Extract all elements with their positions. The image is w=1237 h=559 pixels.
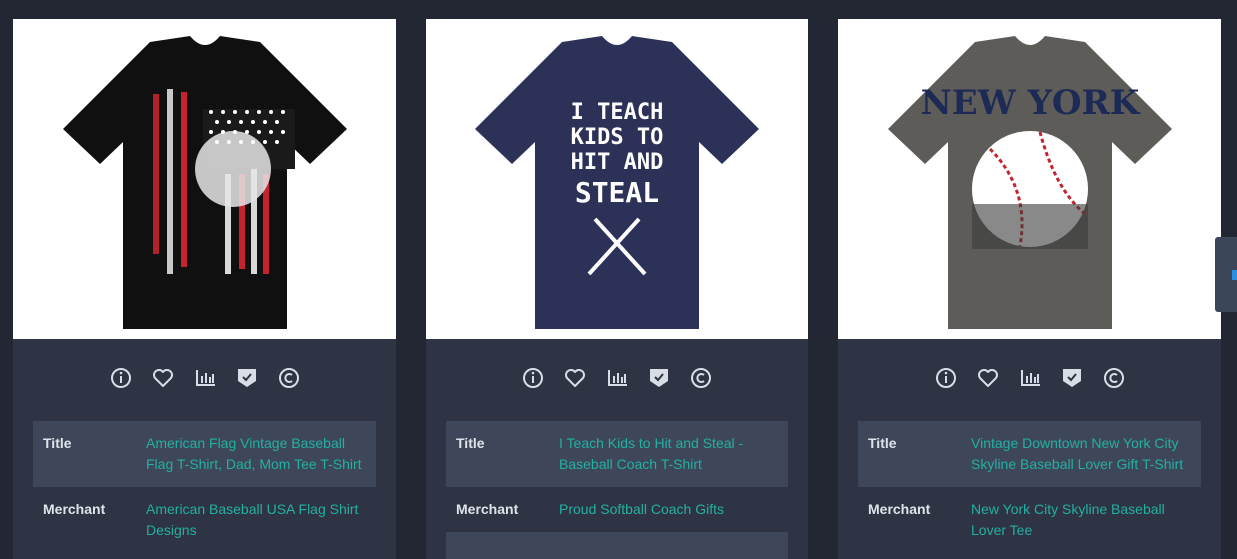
toggle-marker-icon [1232, 270, 1237, 280]
shirt-print-text: I TEACH KIDS TO HIT AND STEAL [571, 100, 664, 209]
product-card: Title American Flag Vintage Baseball Fla… [13, 19, 396, 559]
merchant-link[interactable]: American Baseball USA Flag Shirt Designs [146, 499, 366, 541]
table-row: Title Vintage Downtown New York City Sky… [858, 421, 1201, 487]
tshirt-navy-coach-image: I TEACH KIDS TO HIT AND STEAL [475, 36, 759, 329]
merchant-link[interactable]: New York City Skyline Baseball Lover Tee [971, 499, 1191, 541]
info-icon[interactable] [519, 364, 547, 392]
product-title-link[interactable]: American Flag Vintage Baseball Flag T-Sh… [146, 433, 366, 475]
merchant-label: Merchant [43, 501, 106, 517]
info-icon[interactable] [107, 364, 135, 392]
side-panel-toggle[interactable] [1215, 237, 1237, 312]
info-icon[interactable] [932, 364, 960, 392]
svg-text:I TEACH: I TEACH [571, 100, 664, 125]
shield-check-icon[interactable] [1058, 364, 1086, 392]
heart-icon[interactable] [561, 364, 589, 392]
product-image[interactable]: I TEACH KIDS TO HIT AND STEAL [426, 19, 808, 339]
copyright-icon[interactable] [687, 364, 715, 392]
product-details-table: Title Vintage Downtown New York City Sky… [858, 421, 1201, 553]
action-icons [13, 339, 396, 417]
product-title-link[interactable]: I Teach Kids to Hit and Steal - Baseball… [559, 433, 778, 475]
product-card: NEW YORK Title Vintage Downtown New York… [838, 19, 1221, 559]
product-details-table: Title I Teach Kids to Hit and Steal - Ba… [446, 421, 788, 559]
table-row [446, 532, 788, 559]
svg-text:KIDS TO: KIDS TO [571, 125, 664, 150]
tshirt-gray-newyork-image: NEW YORK [887, 36, 1172, 329]
table-row: Title American Flag Vintage Baseball Fla… [33, 421, 376, 487]
table-row: Title I Teach Kids to Hit and Steal - Ba… [446, 421, 788, 487]
table-row: Merchant American Baseball USA Flag Shir… [33, 487, 376, 553]
svg-text:STEAL: STEAL [575, 176, 659, 209]
action-icons [838, 339, 1221, 417]
title-label: Title [456, 435, 485, 451]
copyright-icon[interactable] [275, 364, 303, 392]
heart-icon[interactable] [149, 364, 177, 392]
shield-check-icon[interactable] [645, 364, 673, 392]
copyright-icon[interactable] [1100, 364, 1128, 392]
product-image[interactable] [13, 19, 396, 339]
merchant-link[interactable]: Proud Softball Coach Gifts [559, 499, 724, 520]
bar-chart-icon[interactable] [1016, 364, 1044, 392]
merchant-label: Merchant [456, 501, 519, 517]
product-card: I TEACH KIDS TO HIT AND STEAL Title I Te… [426, 19, 808, 559]
shield-check-icon[interactable] [233, 364, 261, 392]
product-details-table: Title American Flag Vintage Baseball Fla… [33, 421, 376, 553]
title-label: Title [43, 435, 72, 451]
tshirt-black-flag-image [62, 36, 347, 329]
svg-text:HIT AND: HIT AND [571, 150, 664, 175]
action-icons [426, 339, 808, 417]
merchant-label: Merchant [868, 501, 931, 517]
heart-icon[interactable] [974, 364, 1002, 392]
bar-chart-icon[interactable] [603, 364, 631, 392]
title-label: Title [868, 435, 897, 451]
table-row: Merchant New York City Skyline Baseball … [858, 487, 1201, 553]
product-title-link[interactable]: Vintage Downtown New York City Skyline B… [971, 433, 1191, 475]
product-image[interactable]: NEW YORK [838, 19, 1221, 339]
shirt-print-text: NEW YORK [920, 83, 1140, 123]
bar-chart-icon[interactable] [191, 364, 219, 392]
table-row: Merchant Proud Softball Coach Gifts [446, 487, 788, 532]
